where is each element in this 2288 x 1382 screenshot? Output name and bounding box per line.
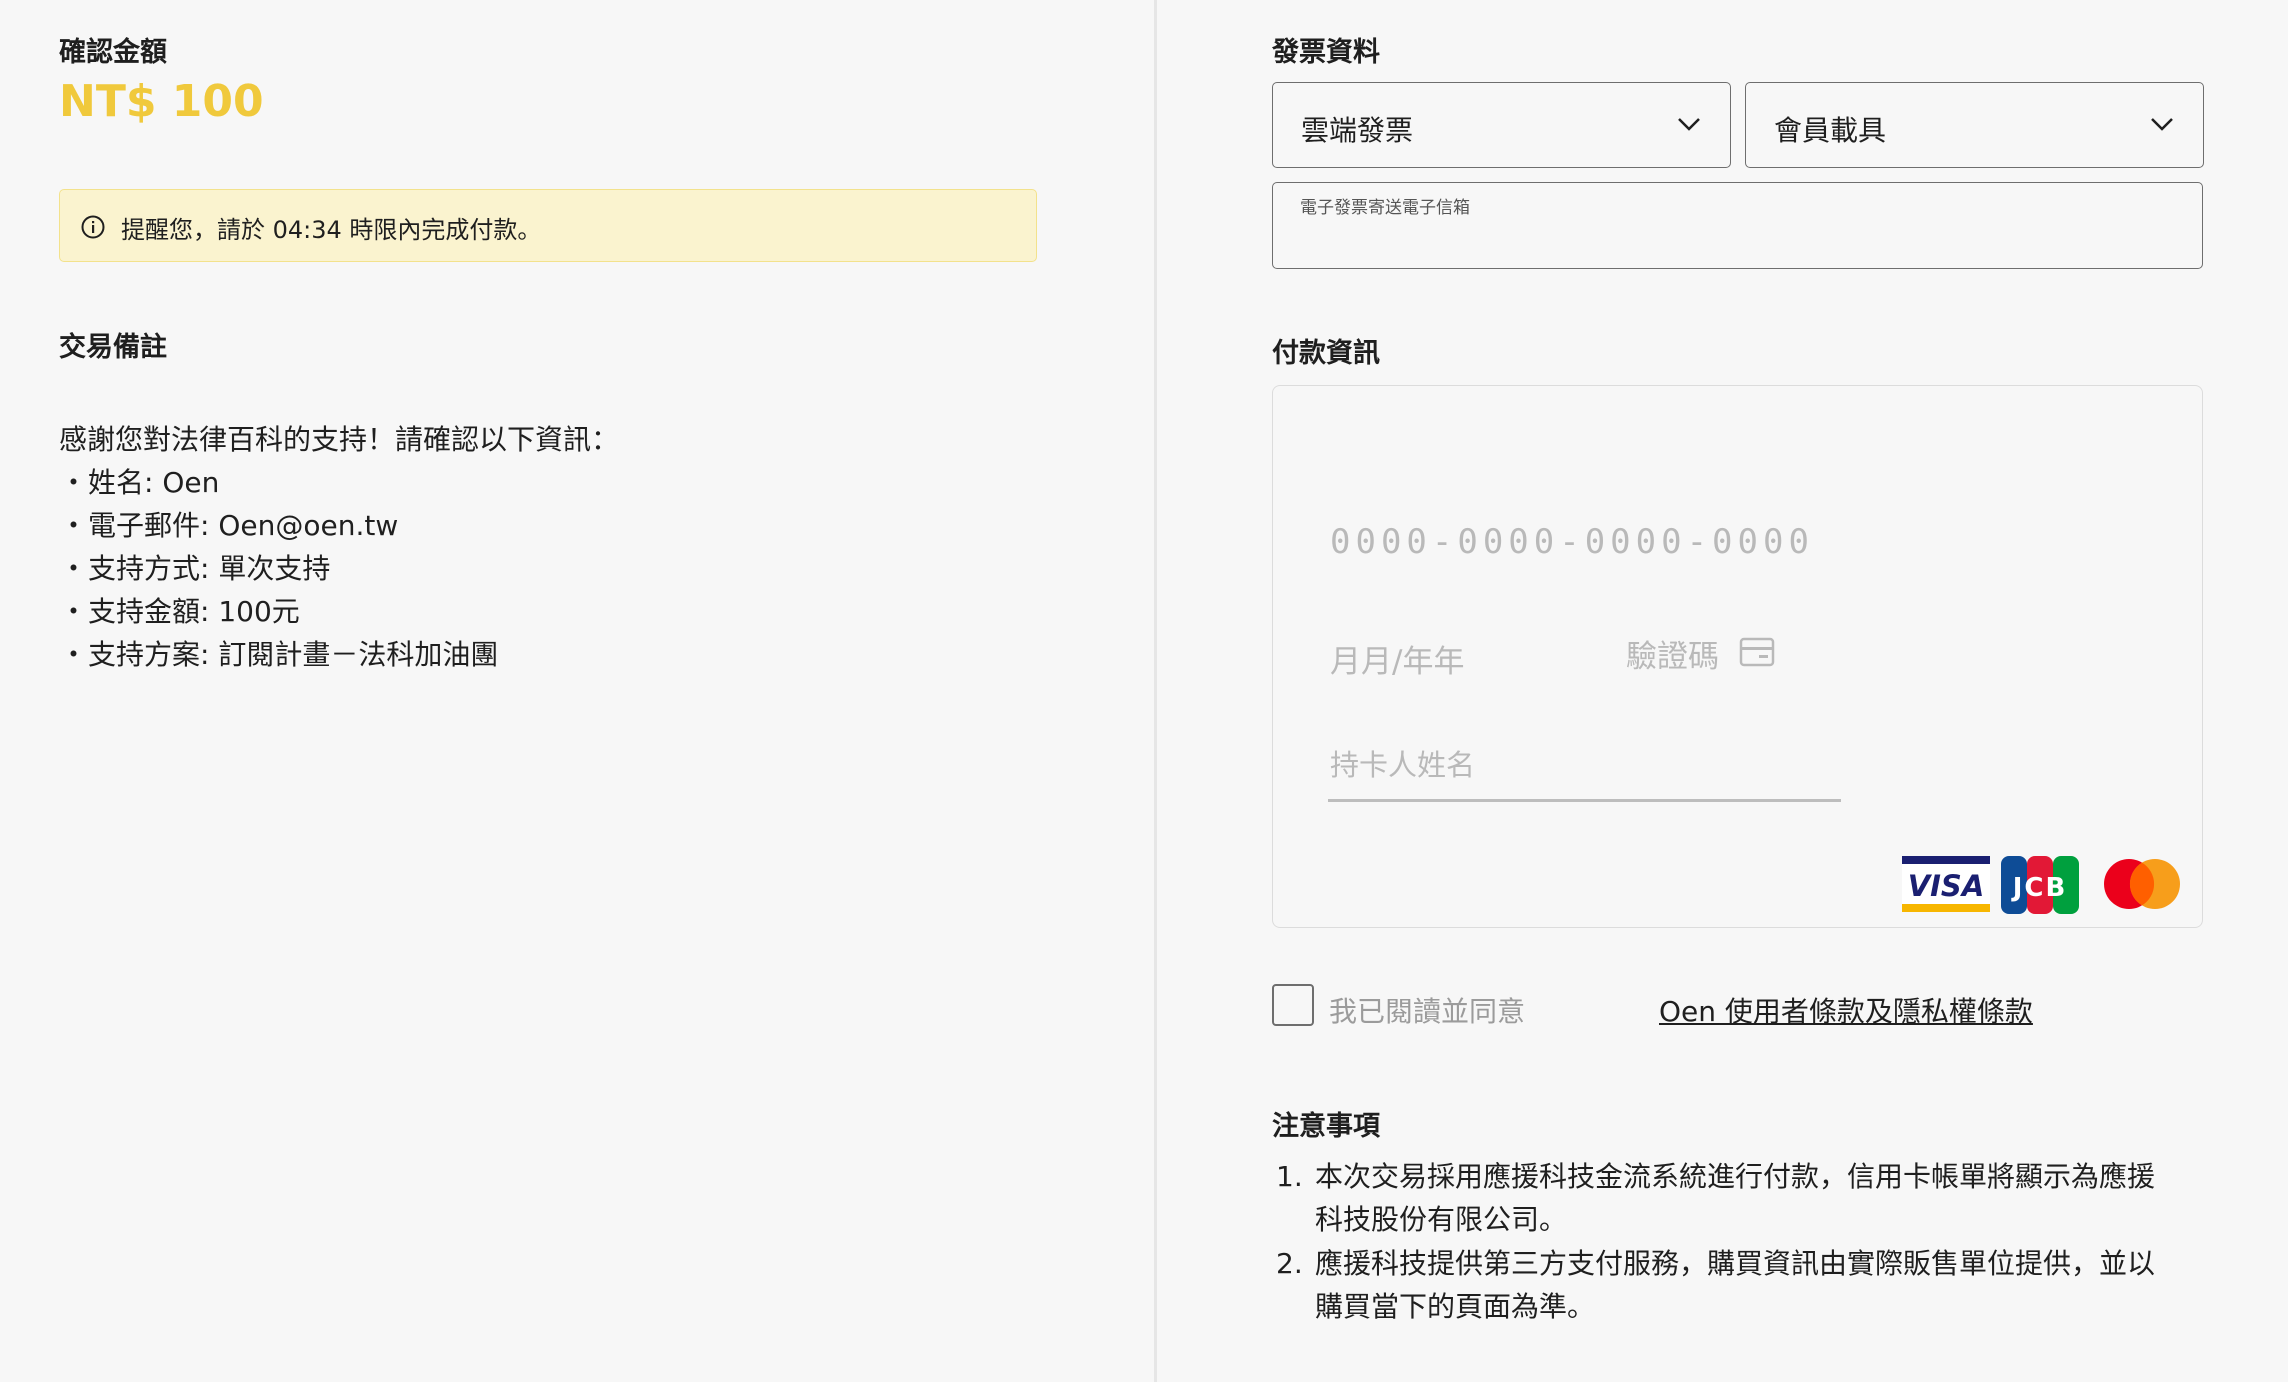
- memo-item-text: 電子郵件: Oen@oen.tw: [88, 509, 399, 542]
- memo-item-text: 支持方案: 訂閱計畫－法科加油團: [88, 638, 499, 671]
- transaction-memo-title: 交易備註: [59, 332, 167, 363]
- info-icon: [81, 215, 105, 239]
- notes-title: 注意事項: [1272, 1111, 1380, 1142]
- list-item: 2. 應援科技提供第三方支付服務，購買資訊由實際販售單位提供，並以購買當下的頁面…: [1272, 1242, 2172, 1328]
- confirm-amount-title: 確認金額: [59, 37, 167, 68]
- visa-logo-text: VISA: [1908, 869, 1985, 903]
- bullet: ・: [59, 552, 88, 585]
- terms-link[interactable]: Oen 使用者條款及隱私權條款: [1659, 990, 2033, 1030]
- memo-item-text: 支持方式: 單次支持: [88, 552, 331, 585]
- order-summary-panel: 確認金額 NT$ 100 提醒您，請於 04:34 時限內完成付款。 交易備註 …: [0, 0, 1154, 1382]
- list-item: 1. 本次交易採用應援科技金流系統進行付款，信用卡帳單將顯示為應援科技股份有限公…: [1272, 1155, 2172, 1241]
- card-number-input[interactable]: 0000-0000-0000-0000: [1330, 522, 1814, 562]
- invoice-email-label: 電子發票寄送電子信箱: [1300, 198, 1470, 218]
- invoice-email-field[interactable]: 電子發票寄送電子信箱: [1272, 182, 2203, 269]
- memo-item: ・電子郵件: Oen@oen.tw: [59, 504, 619, 547]
- memo-item: ・支持金額: 100元: [59, 590, 619, 633]
- amount-value: NT$ 100: [59, 76, 264, 127]
- invoice-title: 發票資料: [1272, 37, 1380, 68]
- visa-logo-icon: VISA: [1902, 856, 1990, 912]
- transaction-memo: 感謝您對法律百科的支持！請確認以下資訊： ・姓名: Oen ・電子郵件: Oen…: [59, 418, 619, 676]
- notes-list: 1. 本次交易採用應援科技金流系統進行付款，信用卡帳單將顯示為應援科技股份有限公…: [1272, 1155, 2172, 1328]
- list-item-text: 本次交易採用應援科技金流系統進行付款，信用卡帳單將顯示為應援科技股份有限公司。: [1315, 1160, 2156, 1236]
- carrier-type-value: 會員載具: [1774, 114, 1887, 147]
- payment-time-notice: 提醒您，請於 04:34 時限內完成付款。: [59, 189, 1037, 262]
- bullet: ・: [59, 595, 88, 628]
- chevron-down-icon: [1678, 118, 1700, 131]
- terms-checkbox[interactable]: [1272, 984, 1314, 1026]
- memo-item: ・支持方式: 單次支持: [59, 547, 619, 590]
- cardholder-underline: [1328, 799, 1841, 802]
- chevron-down-icon: [2151, 118, 2173, 131]
- invoice-type-value: 雲端發票: [1301, 114, 1414, 147]
- jcb-logo-text: JCB: [2011, 873, 2068, 903]
- memo-item: ・姓名: Oen: [59, 461, 619, 504]
- memo-item: ・支持方案: 訂閱計畫－法科加油團: [59, 633, 619, 676]
- card-form: 0000-0000-0000-0000 月月/年年 驗證碼 持卡人姓名 VISA…: [1272, 385, 2203, 928]
- expiry-input[interactable]: 月月/年年: [1330, 636, 1464, 681]
- cvc-input[interactable]: 驗證碼: [1626, 631, 1719, 676]
- invoice-type-select[interactable]: 雲端發票: [1272, 82, 1731, 168]
- cardholder-name-input[interactable]: 持卡人姓名: [1330, 742, 1475, 784]
- bullet: ・: [59, 466, 88, 499]
- mastercard-logo-icon: [2104, 859, 2180, 909]
- memo-intro: 感謝您對法律百科的支持！請確認以下資訊：: [59, 423, 620, 456]
- bullet: ・: [59, 638, 88, 671]
- invoice-email-input[interactable]: [1300, 221, 2174, 259]
- bullet: ・: [59, 509, 88, 542]
- carrier-type-select[interactable]: 會員載具: [1745, 82, 2204, 168]
- list-item-number: 1.: [1276, 1160, 1303, 1193]
- memo-item-text: 姓名: Oen: [88, 466, 220, 499]
- terms-prefix: 我已閱讀並同意: [1329, 995, 1526, 1028]
- list-item-number: 2.: [1276, 1247, 1303, 1280]
- card-back-icon: [1739, 637, 1775, 667]
- notice-text: 提醒您，請於 04:34 時限內完成付款。: [121, 216, 542, 244]
- payment-info-title: 付款資訊: [1272, 338, 1380, 369]
- memo-item-text: 支持金額: 100元: [88, 595, 300, 628]
- jcb-logo-icon: JCB: [2001, 856, 2079, 914]
- payment-form-panel: 發票資料 雲端發票 會員載具 電子發票寄送電子信箱 付款資訊 0000-0000…: [1157, 0, 2288, 1382]
- list-item-text: 應援科技提供第三方支付服務，購買資訊由實際販售單位提供，並以購買當下的頁面為準。: [1315, 1247, 2156, 1323]
